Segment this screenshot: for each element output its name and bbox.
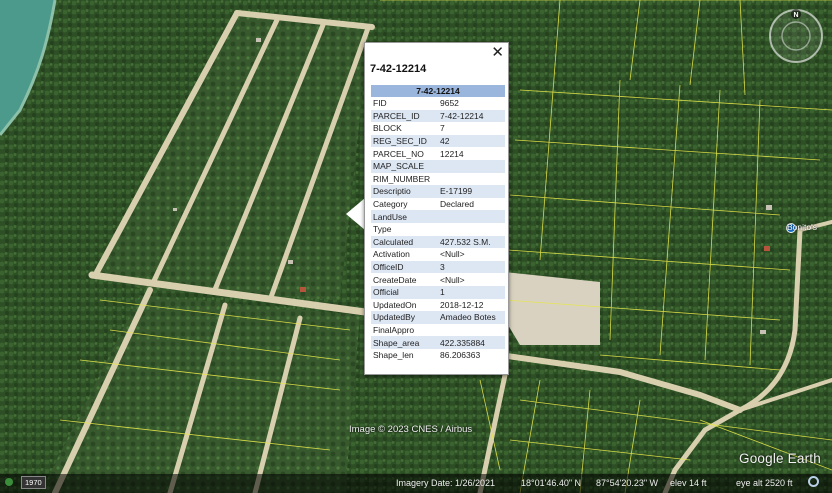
attribute-row: Shape_area 422.335884 [371,336,505,349]
attribute-value: 7-42-12214 [438,109,505,123]
attribute-key: FID [373,98,387,109]
attribute-value: 86.206363 [440,350,481,361]
attribute-key: Descriptio [371,185,438,198]
attribute-key: Shape_len [373,350,414,361]
attribute-key: Official [371,285,438,299]
attribute-key: REG_SEC_ID [371,134,438,148]
attribute-value [438,210,505,223]
elevation-readout: elev 14 ft [670,478,707,488]
attribute-value [438,324,505,337]
attribute-row: UpdatedOn 2018-12-12 [371,299,505,312]
attribute-value: 7 [440,123,445,134]
attribute-value: 2018-12-12 [440,299,484,310]
attribute-row: Descriptio E-17199 [371,185,505,198]
attribute-value: 427.532 S.M. [438,235,505,249]
attribute-key: Shape_area [371,336,438,349]
attribute-key: BLOCK [373,123,402,134]
longitude-readout: 87°54'20.23" W [596,478,659,488]
attribute-row: Category Declared [371,198,505,211]
historical-year-badge[interactable]: 1970 [21,476,46,489]
attribute-value: 9652 [440,98,459,109]
attribute-value [438,173,505,186]
place-label[interactable]: Bonito's [787,222,817,232]
attribute-value: <Null> [440,274,465,285]
attribute-value: 42 [438,134,505,148]
status-bar: Imagery Date: 1/26/2021 18°01'46.40" N 8… [0,474,832,493]
attribute-row: FID 9652 [371,97,505,110]
attribute-value: 422.335884 [438,336,505,349]
attribute-value: 3 [438,260,505,274]
attribute-key: FinalAppro [373,324,415,335]
attribute-row: OfficeID 3 [371,260,505,274]
attribute-value: E-17199 [438,185,505,198]
attribute-key: Activation [373,249,410,260]
attribute-row: REG_SEC_ID 42 [371,134,505,148]
attribute-row: BLOCK 7 [371,122,505,135]
google-earth-logo: Google Earth [739,451,821,466]
attribute-row: FinalAppro [371,324,505,337]
compass-north-label: N [793,12,798,19]
attribute-table-header: 7-42-12214 [371,85,505,97]
attribute-key: Calculated [371,235,438,249]
attribute-key: RIM_NUMBER [373,173,431,184]
historical-imagery-icon[interactable] [5,478,13,486]
attribute-value [438,223,505,236]
attribute-key: OfficeID [371,260,438,274]
attribute-row: Type [371,223,505,236]
attribute-row: UpdatedBy Amadeo Botes [371,311,505,324]
attribute-key: Category [373,199,408,210]
attribute-value: <Null> [440,249,465,260]
parcel-info-popup: ✕ 7-42-12214 7-42-12214 FID 9652 PARCEL_ID… [364,42,509,375]
attribute-row: Activation <Null> [371,248,505,261]
latitude-readout: 18°01'46.40" N [521,478,582,488]
attribute-value: 1 [438,285,505,299]
attribute-row: Calculated 427.532 S.M. [371,235,505,249]
attribute-table: 7-42-12214 FID 9652 PARCEL_ID 7-42-12214 BLO… [371,85,505,361]
compass-icon[interactable]: N [768,8,824,64]
attribute-row: LandUse [371,210,505,223]
attribute-key: MAP_SCALE [371,159,438,173]
attribute-row: MAP_SCALE [371,159,505,173]
attribute-row: PARCEL_NO 12214 [371,147,505,160]
attribute-key: Type [373,224,392,235]
close-icon[interactable]: ✕ [491,43,504,61]
imagery-date: Imagery Date: 1/26/2021 [396,478,496,488]
streaming-status-icon [808,476,819,487]
attribute-row: Official 1 [371,285,505,299]
popup-pointer [346,198,365,230]
attribute-key: UpdatedBy [371,311,438,324]
attribute-row: RIM_NUMBER [371,173,505,186]
attribute-row: PARCEL_ID 7-42-12214 [371,109,505,123]
eye-altitude-readout: eye alt 2520 ft [736,478,793,488]
attribute-key: CreateDate [373,274,417,285]
popup-title: 7-42-12214 [370,63,427,75]
attribute-key: UpdatedOn [373,299,417,310]
attribute-value: Amadeo Botes [438,311,505,324]
attribute-key: LandUse [371,210,438,223]
attribute-key: PARCEL_NO [373,148,424,159]
attribute-value: Declared [440,199,475,210]
attribute-key: PARCEL_ID [371,109,438,123]
attribute-value: 12214 [440,148,464,159]
attribute-row: Shape_len 86.206363 [371,349,505,362]
imagery-copyright: Image © 2023 CNES / Airbus [349,424,473,435]
attribute-row: CreateDate <Null> [371,273,505,286]
attribute-value [438,159,505,173]
